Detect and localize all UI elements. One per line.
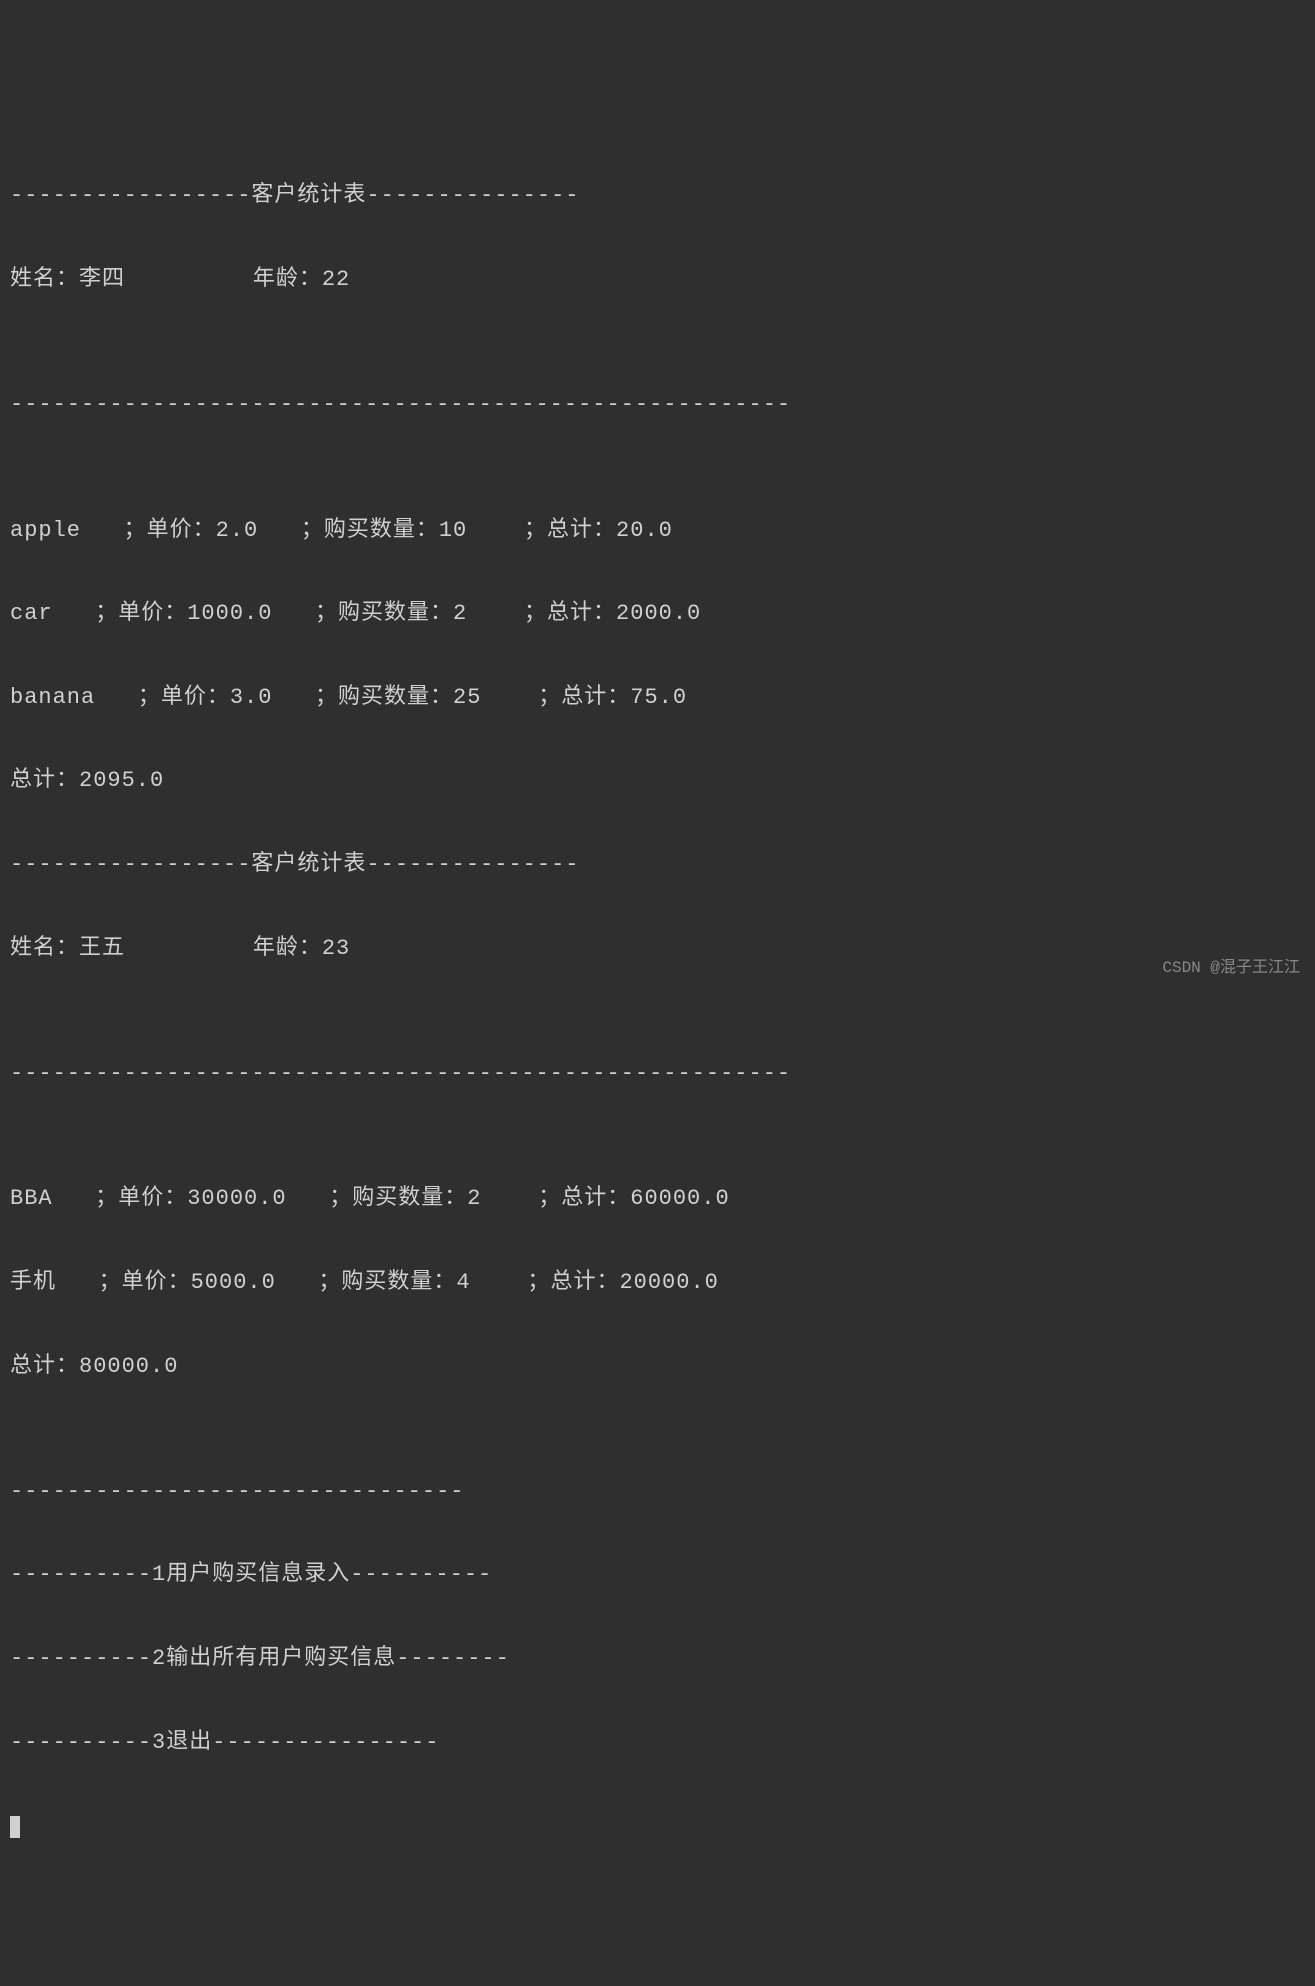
item-row: apple ；单价：2.0 ；购买数量：10 ；总计：20.0 [10,510,1305,552]
menu-item-1: ----------1用户购买信息录入---------- [10,1554,1305,1596]
divider-line-1: ----------------------------------------… [10,384,1305,426]
item-row: 手机 ；单价：5000.0 ；购买数量：4 ；总计：20000.0 [10,1262,1305,1304]
customer-info-row-2: 姓名：王五 年龄：23 [10,928,1305,970]
cursor-line[interactable] [10,1805,1305,1847]
item-row: banana ；单价：3.0 ；购买数量：25 ；总计：75.0 [10,677,1305,719]
total-row-2: 总计：80000.0 [10,1346,1305,1388]
menu-item-3: ----------3退出---------------- [10,1722,1305,1764]
menu-separator: -------------------------------- [10,1471,1305,1513]
divider-line-2: ----------------------------------------… [10,1053,1305,1095]
total-row-1: 总计：2095.0 [10,760,1305,802]
menu-item-2: ----------2输出所有用户购买信息-------- [10,1638,1305,1680]
cursor-icon [10,1816,20,1838]
item-row: car ；单价：1000.0 ；购买数量：2 ；总计：2000.0 [10,593,1305,635]
header-divider-2: -----------------客户统计表--------------- [10,844,1305,886]
item-row: BBA ；单价：30000.0 ；购买数量：2 ；总计：60000.0 [10,1178,1305,1220]
watermark-text: CSDN @混子王江江 [1162,953,1300,983]
header-divider-1: -----------------客户统计表--------------- [10,175,1305,217]
customer-info-row-1: 姓名：李四 年龄：22 [10,259,1305,301]
